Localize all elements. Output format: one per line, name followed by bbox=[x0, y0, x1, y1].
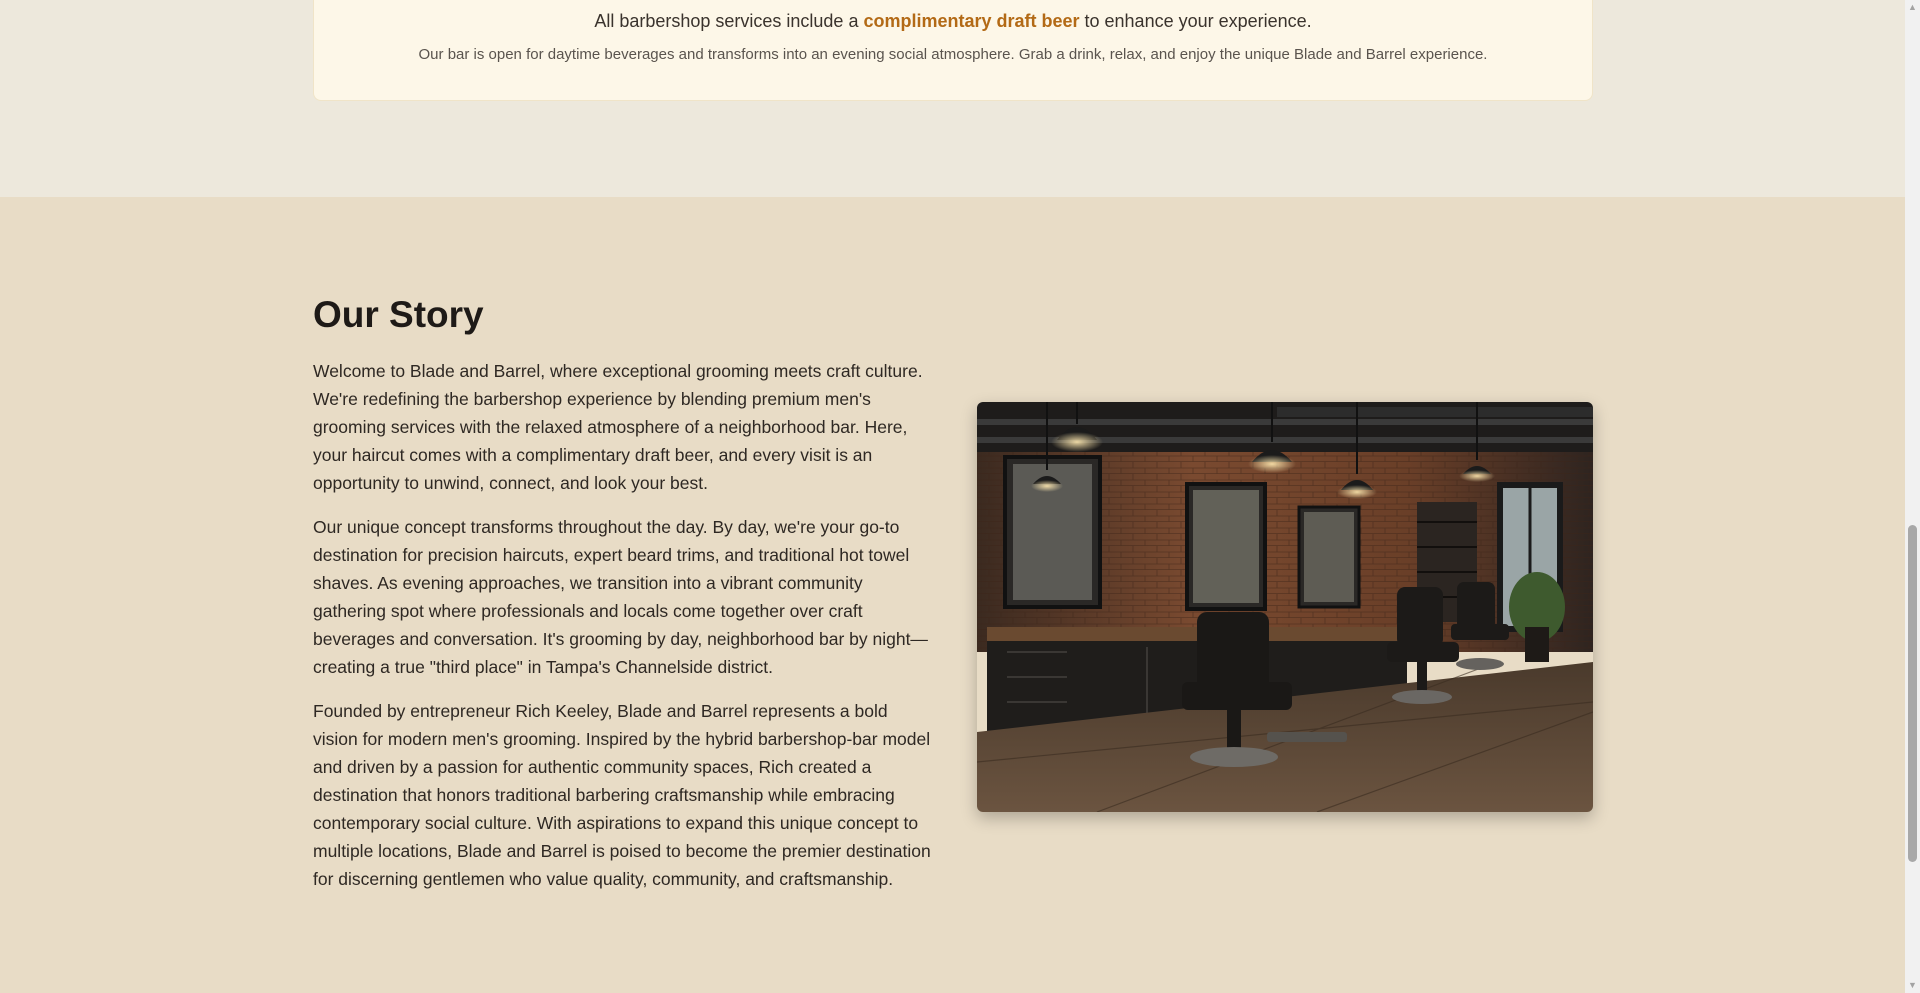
scroll-down-icon[interactable]: ▼ bbox=[1905, 978, 1920, 993]
page-viewport: All barbershop services include a compli… bbox=[0, 0, 1905, 993]
beer-note-highlight: complimentary draft beer bbox=[863, 11, 1080, 31]
our-story-section: Our Story Welcome to Blade and Barrel, w… bbox=[0, 197, 1905, 993]
barbershop-interior-image bbox=[977, 402, 1593, 812]
beer-note-text-after: to enhance your experience. bbox=[1079, 11, 1312, 31]
beer-note-text-before: All barbershop services include a bbox=[594, 11, 864, 31]
story-title: Our Story bbox=[313, 294, 484, 335]
complimentary-beer-note: All barbershop services include a compli… bbox=[313, 0, 1593, 101]
services-section: All barbershop services include a compli… bbox=[0, 0, 1905, 197]
vertical-scrollbar[interactable]: ▲ ▼ bbox=[1905, 0, 1920, 993]
beer-note-headline: All barbershop services include a compli… bbox=[314, 11, 1592, 32]
story-paragraph: Founded by entrepreneur Rich Keeley, Bla… bbox=[313, 701, 931, 889]
story-paragraph: Welcome to Blade and Barrel, where excep… bbox=[313, 361, 923, 493]
scrollbar-thumb[interactable] bbox=[1908, 525, 1917, 862]
story-paragraph: Our unique concept transforms throughout… bbox=[313, 517, 928, 677]
story-text: Welcome to Blade and Barrel, where excep… bbox=[313, 357, 933, 909]
beer-note-subtext: Our bar is open for daytime beverages an… bbox=[418, 46, 1488, 63]
scroll-up-icon[interactable]: ▲ bbox=[1905, 0, 1920, 15]
